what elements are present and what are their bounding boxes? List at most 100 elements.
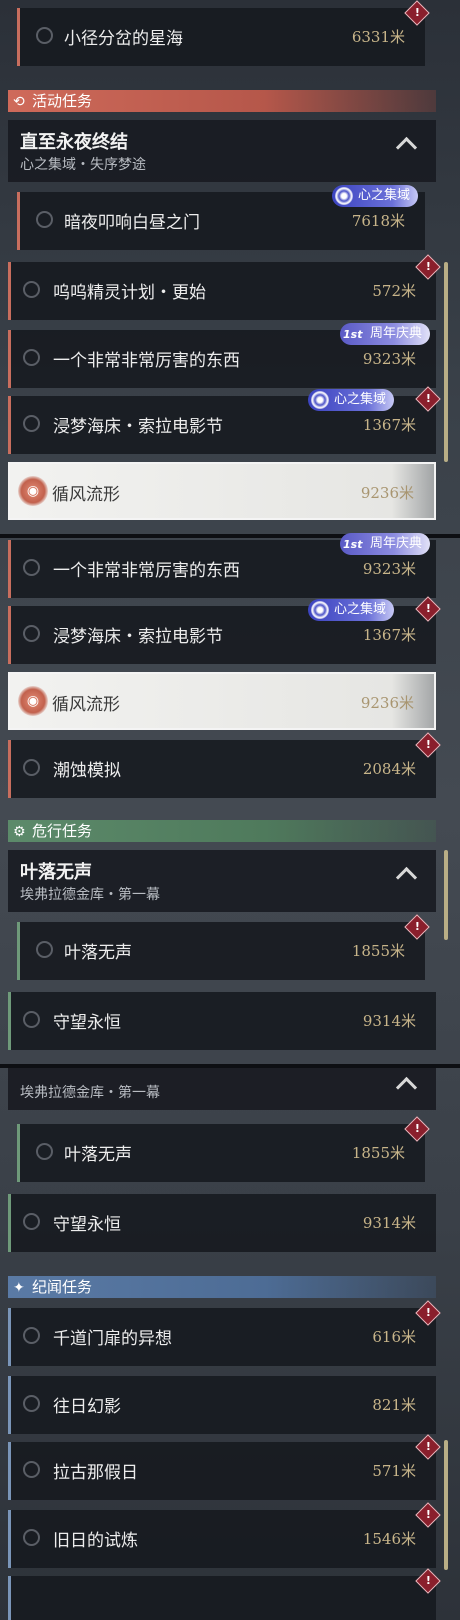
quest-item-selected[interactable]: ◉ 循风流形 9236米 (8, 672, 436, 730)
radio-icon (23, 1327, 40, 1344)
quest-item[interactable]: 呜呜精灵计划・更始 572米 (8, 262, 436, 320)
radio-icon (23, 1461, 40, 1478)
anniversary-badge: 1st 周年庆典 (340, 323, 431, 345)
anniversary-1st-icon: 1st (343, 328, 363, 341)
scrollbar[interactable] (444, 262, 448, 462)
quest-name: 千道门扉的异想 (53, 1329, 172, 1349)
quest-item[interactable]: 旧日的试炼 1546米 (8, 1510, 436, 1568)
radio-icon (23, 281, 40, 298)
quest-name: 浸梦海床・索拉电影节 (53, 627, 223, 647)
quest-distance: 821米 (372, 1396, 416, 1414)
quest-item[interactable]: 拉古那假日 571米 (8, 1442, 436, 1500)
radio-icon (23, 415, 40, 432)
quest-name: 循风流形 (52, 485, 120, 505)
radio-icon (36, 27, 53, 44)
quest-distance: 572米 (372, 282, 416, 300)
quest-name: 旧日的试炼 (53, 1531, 138, 1551)
scrollbar[interactable] (444, 850, 448, 940)
radio-icon (23, 625, 40, 642)
anniversary-badge: 1st 周年庆典 (340, 533, 431, 555)
quest-distance: 1855米 (351, 942, 405, 960)
radio-icon (23, 349, 40, 366)
target-icon: ◉ (18, 686, 48, 716)
gear-icon: ⚙ (13, 824, 26, 840)
quest-distance: 1367米 (362, 626, 416, 644)
group-subtitle: 埃弗拉德金库・第一幕 (20, 1085, 160, 1101)
group-title: 叶落无声 (20, 862, 92, 883)
quest-name: 浸梦海床・索拉电影节 (53, 417, 223, 437)
quest-name: 往日幻影 (53, 1397, 121, 1417)
radio-icon (36, 1143, 53, 1160)
quest-distance: 1855米 (351, 1144, 405, 1162)
radio-icon (23, 1529, 40, 1546)
scrollbar[interactable] (444, 1440, 448, 1570)
section-header-chronicle: ✦ 纪闻任务 (8, 1276, 436, 1298)
quest-item-selected[interactable]: ◉ 循风流形 9236米 (8, 462, 436, 520)
quest-distance: 7618米 (351, 212, 405, 230)
radio-icon (23, 759, 40, 776)
quest-distance: 9236米 (360, 484, 414, 502)
quest-name: 守望永恒 (53, 1013, 121, 1033)
quest-group-header[interactable]: 埃弗拉德金库・第一幕 (8, 1068, 436, 1110)
anniversary-1st-icon: 1st (343, 538, 363, 551)
sparkle-icon: ✦ (13, 1280, 25, 1296)
quest-distance: 9314米 (362, 1012, 416, 1030)
group-title: 直至永夜终结 (20, 132, 128, 153)
quest-name: 一个非常非常厉害的东西 (53, 351, 240, 371)
radio-icon (23, 1213, 40, 1230)
radio-icon (23, 1395, 40, 1412)
heart-domain-badge: 心之集域 (332, 185, 419, 207)
quest-distance: 9236米 (360, 694, 414, 712)
quest-item[interactable]: 叶落无声 1855米 (17, 922, 425, 980)
quest-distance: 616米 (372, 1328, 416, 1346)
quest-distance: 2084米 (362, 760, 416, 778)
section-header-activity: ⟲ 活动任务 (8, 90, 436, 112)
quest-name: 拉古那假日 (53, 1463, 138, 1483)
radio-icon (36, 211, 53, 228)
quest-item[interactable]: 守望永恒 9314米 (8, 992, 436, 1050)
radio-icon (23, 559, 40, 576)
section-title: 纪闻任务 (32, 1278, 93, 1296)
group-subtitle: 心之集域・失序梦途 (20, 157, 146, 173)
radio-icon (36, 941, 53, 958)
quest-distance: 6331米 (351, 28, 405, 46)
quest-name: 叶落无声 (64, 943, 132, 963)
quest-name: 小径分岔的星海 (64, 29, 183, 49)
heart-domain-badge: 心之集域 (308, 599, 395, 621)
chevron-up-icon[interactable] (395, 1076, 418, 1099)
quest-item[interactable]: 千道门扉的异想 616米 (8, 1308, 436, 1366)
radio-icon (23, 1011, 40, 1028)
quest-distance: 1546米 (362, 1530, 416, 1548)
quest-name: 呜呜精灵计划・更始 (53, 283, 206, 303)
quest-item[interactable]: 小径分岔的星海 6331米 (17, 8, 425, 66)
quest-distance: 9323米 (362, 560, 416, 578)
quest-distance: 1367米 (362, 416, 416, 434)
section-title: 活动任务 (32, 92, 93, 110)
quest-distance: 9314米 (362, 1214, 416, 1232)
quest-name: 守望永恒 (53, 1215, 121, 1235)
quest-name: 一个非常非常厉害的东西 (53, 561, 240, 581)
section-header-danger: ⚙ 危行任务 (8, 820, 436, 842)
quest-distance: 9323米 (362, 350, 416, 368)
group-subtitle: 埃弗拉德金库・第一幕 (20, 887, 160, 903)
quest-item[interactable]: 潮蚀模拟 2084米 (8, 740, 436, 798)
quest-item-partial[interactable] (8, 1576, 436, 1620)
quest-item[interactable]: 往日幻影 821米 (8, 1376, 436, 1434)
quest-name: 循风流形 (52, 695, 120, 715)
quest-name: 潮蚀模拟 (53, 761, 121, 781)
swirl-icon (335, 187, 353, 205)
quest-item[interactable]: 叶落无声 1855米 (17, 1124, 425, 1182)
swirl-icon (311, 391, 329, 409)
quest-group-header[interactable]: 直至永夜终结 心之集域・失序梦途 (8, 120, 436, 182)
quest-item[interactable]: 守望永恒 9314米 (8, 1194, 436, 1252)
quest-group-header[interactable]: 叶落无声 埃弗拉德金库・第一幕 (8, 850, 436, 912)
quest-distance: 571米 (372, 1462, 416, 1480)
quest-name: 暗夜叩响白昼之门 (64, 213, 200, 233)
swirl-icon (311, 601, 329, 619)
activity-icon: ⟲ (13, 94, 25, 110)
heart-domain-badge: 心之集域 (308, 389, 395, 411)
target-icon: ◉ (18, 476, 48, 506)
section-title: 危行任务 (32, 822, 93, 840)
chevron-up-icon[interactable] (395, 136, 418, 159)
chevron-up-icon[interactable] (395, 866, 418, 889)
